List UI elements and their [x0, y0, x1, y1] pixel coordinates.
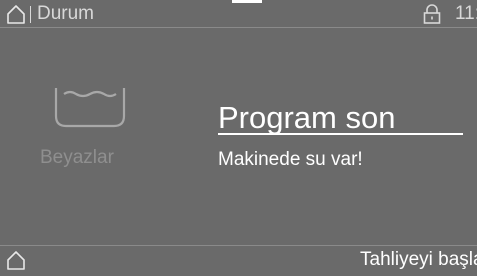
- program-name: Beyazlar: [40, 147, 114, 168]
- top-indicator: [232, 0, 262, 3]
- start-drain-button[interactable]: Tahliyeyi başlat: [340, 245, 477, 276]
- status-bar: Durum 11:02: [0, 0, 477, 28]
- home-icon[interactable]: [6, 4, 26, 24]
- home-icon[interactable]: [6, 250, 26, 270]
- lock-icon: [423, 4, 441, 24]
- display-screen: Durum 11:02 Beyazlar Program son Makined…: [0, 0, 477, 276]
- status-separator: [30, 6, 31, 23]
- message-title: Program son: [218, 100, 396, 135]
- clock-time: 11:02: [455, 3, 477, 24]
- message-text: Makinede su var!: [218, 149, 363, 170]
- bottom-bar: Tahliyeyi başlat: [0, 245, 477, 276]
- start-drain-label: Tahliyeyi başlat: [360, 249, 477, 270]
- top-divider: [0, 27, 477, 28]
- status-title: Durum: [37, 3, 95, 24]
- wash-tub-icon: [52, 82, 128, 128]
- message-underline: [218, 133, 463, 135]
